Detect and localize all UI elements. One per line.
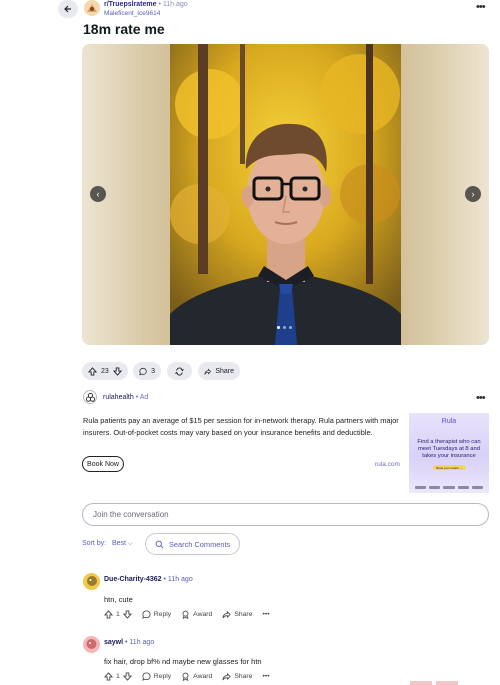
ad-separator: •	[135, 394, 139, 401]
chevron-right-icon: ›	[471, 189, 475, 199]
comment-more-button[interactable]: •••	[262, 673, 269, 680]
reply-button[interactable]: Reply	[142, 672, 171, 681]
search-comments-button[interactable]: Search Comments	[145, 533, 240, 555]
carousel-dot[interactable]	[277, 326, 280, 329]
subreddit-name[interactable]: r/Truepslrateme	[104, 1, 157, 8]
comment-author[interactable]: Due-Charity-4362 • 11h ago	[104, 576, 193, 583]
comment-actions: 1 Reply Award Share •••	[104, 610, 270, 619]
comment-author[interactable]: saywl • 11h ago	[104, 639, 154, 646]
reply-label: Reply	[153, 673, 172, 680]
comments-button[interactable]: 3	[133, 362, 161, 380]
upvote-icon[interactable]	[104, 610, 113, 619]
crosspost-icon	[175, 367, 184, 375]
image-carousel[interactable]: ‹ ›	[82, 44, 489, 345]
reply-label: Reply	[153, 611, 172, 618]
upvote-icon[interactable]	[104, 672, 113, 681]
post-author[interactable]: Maleficent_Ice9614	[104, 10, 160, 17]
comment-icon	[139, 367, 147, 375]
carousel-prev-button[interactable]: ‹	[90, 186, 106, 202]
chevron-down-icon: ⌵	[127, 541, 133, 547]
share-label: Share	[215, 367, 234, 375]
sort-label: Sort by:	[82, 540, 107, 547]
comment-body: htn, cute	[104, 595, 133, 604]
advertiser-avatar[interactable]	[83, 390, 97, 404]
carousel-next-button[interactable]: ›	[465, 186, 481, 202]
post-time: 11h ago	[162, 1, 188, 8]
ad-image-cta: Book your match →	[433, 465, 466, 470]
ad-domain-link[interactable]: rula.com	[375, 461, 400, 468]
share-icon	[222, 610, 232, 619]
search-comments-label: Search Comments	[169, 539, 231, 549]
comment-vote-count: 1	[116, 673, 120, 680]
share-label: Share	[234, 673, 253, 680]
comment-more-button[interactable]: •••	[262, 611, 269, 618]
post-image[interactable]	[170, 44, 401, 345]
comment-actions: 1 Reply Award Share •••	[104, 672, 270, 681]
downvote-icon[interactable]	[122, 672, 132, 681]
ad-image-brand: Rula	[441, 418, 457, 425]
reply-button[interactable]: Reply	[142, 610, 171, 619]
sort-dropdown[interactable]: Best ⌵	[112, 540, 133, 548]
post-title: 18m rate me	[83, 21, 165, 37]
comment-time: • 11h ago	[125, 639, 155, 646]
search-icon	[155, 540, 164, 548]
award-label: Award	[193, 673, 213, 680]
post-more-button[interactable]: •••	[476, 1, 486, 13]
comment-author-name[interactable]: Due-Charity-4362	[104, 576, 162, 583]
insurer-logos	[415, 486, 484, 489]
partial-element	[436, 681, 458, 685]
award-icon	[182, 672, 189, 681]
carousel-dot[interactable]	[289, 326, 292, 329]
comment-share-button[interactable]: Share	[222, 610, 252, 619]
share-button[interactable]: Share	[198, 362, 240, 380]
share-icon	[204, 368, 212, 375]
share-icon	[222, 672, 232, 681]
rula-logo-icon	[85, 392, 95, 402]
award-button[interactable]: Award	[181, 672, 212, 681]
advertiser-name[interactable]: rulahealth	[103, 394, 134, 401]
crosspost-button[interactable]	[167, 362, 192, 380]
ad-image[interactable]: Rula Find a therapist who can meet Tuesd…	[409, 413, 489, 493]
downvote-icon[interactable]	[112, 366, 122, 376]
comment-icon	[142, 672, 151, 681]
upvote-icon[interactable]	[88, 366, 97, 376]
carousel-dot[interactable]	[283, 326, 286, 329]
arrow-left-icon	[64, 5, 71, 13]
comment-avatar[interactable]	[83, 636, 100, 653]
vote-bar: 23	[82, 362, 128, 380]
book-now-button[interactable]: Book Now	[82, 456, 124, 472]
comment-avatar[interactable]	[83, 573, 100, 590]
chevron-left-icon: ‹	[96, 189, 100, 199]
share-label: Share	[234, 611, 253, 618]
ad-more-button[interactable]: •••	[476, 392, 486, 404]
comment-vote-count: 1	[116, 611, 120, 618]
comment-body: fix hair, drop bf% nd maybe new glasses …	[104, 657, 262, 666]
ad-label: Ad	[139, 394, 149, 401]
comment-count: 3	[151, 367, 155, 375]
subreddit-avatar[interactable]	[84, 0, 100, 16]
partial-element	[410, 681, 432, 685]
carousel-indicator	[277, 326, 292, 329]
ad-body-text: Rula patients pay an average of $15 per …	[83, 416, 399, 437]
award-label: Award	[193, 611, 213, 618]
sort-value: Best	[112, 540, 127, 547]
award-icon	[182, 610, 189, 619]
vote-count: 23	[101, 367, 109, 375]
comment-time: • 11h ago	[163, 576, 193, 583]
award-button[interactable]: Award	[181, 610, 212, 619]
separator-dot: •	[158, 1, 161, 8]
comment-share-button[interactable]: Share	[222, 672, 252, 681]
downvote-icon[interactable]	[122, 610, 132, 619]
join-conversation-input[interactable]: Join the conversation	[82, 503, 489, 526]
ad-image-headline: Find a therapist who can meet Tuesdays a…	[417, 439, 481, 459]
comment-icon	[142, 610, 151, 619]
back-button[interactable]	[58, 0, 78, 18]
comment-author-name[interactable]: saywl	[104, 639, 123, 646]
